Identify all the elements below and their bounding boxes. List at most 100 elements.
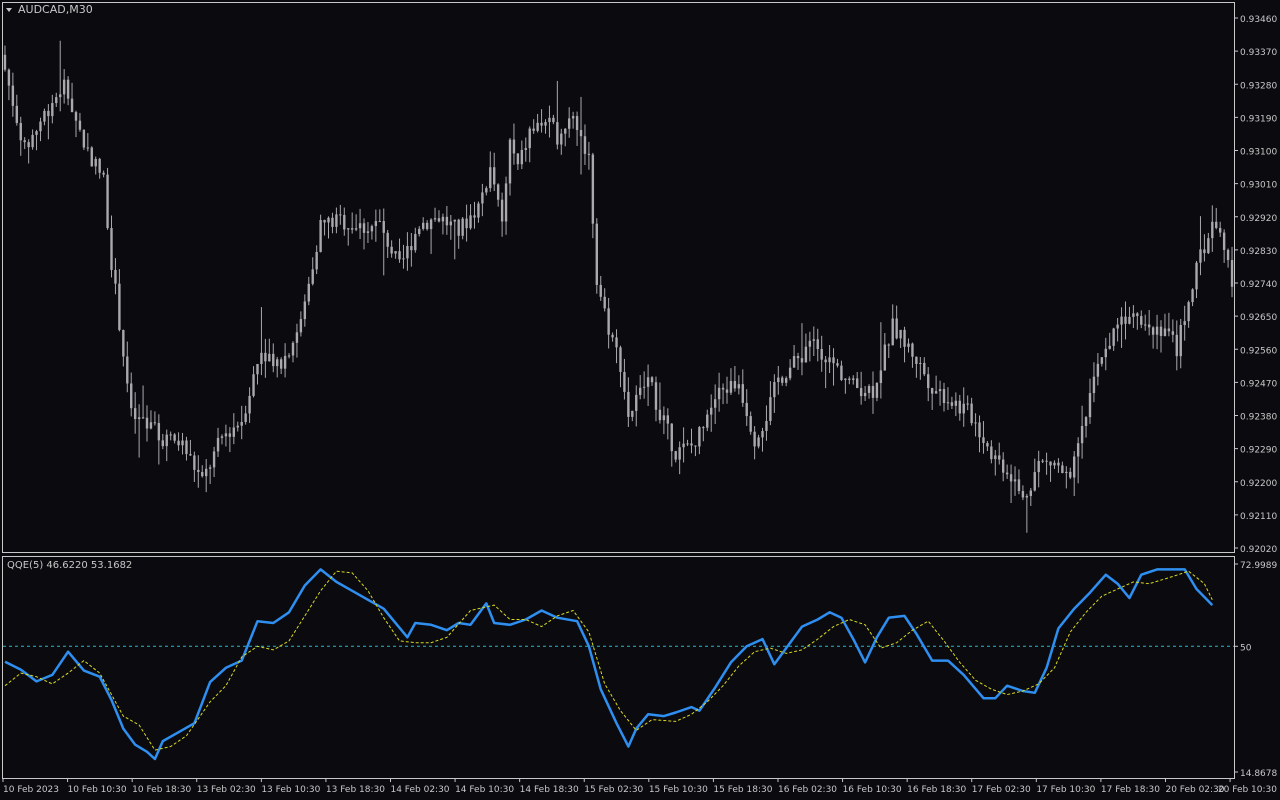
time-tick-label: 15 Feb 02:30 (584, 785, 643, 795)
candle-body (962, 403, 965, 414)
candle-body (260, 352, 263, 364)
candle-body (469, 215, 472, 229)
candle-body (311, 269, 314, 284)
candle-body (544, 122, 547, 126)
candle-body (804, 346, 808, 363)
trading-chart[interactable]: 0.93460 0.93370 0.93280 0.93190 0.93100 0.930… (0, 0, 1280, 800)
candle-body (654, 382, 658, 410)
candle-body (1128, 316, 1131, 324)
candle-body (1187, 302, 1190, 322)
price-tick-label: 0.92470 (1240, 379, 1277, 389)
candle-body (299, 319, 303, 333)
candle-body (899, 329, 902, 339)
time-tick-label: 16 Feb 02:30 (778, 785, 837, 795)
time-tick-label: 17 Feb 02:30 (972, 785, 1031, 795)
candle-body (1211, 221, 1214, 239)
candle-body (461, 218, 464, 236)
candle-body (1120, 316, 1123, 325)
candle-body (552, 117, 555, 123)
candle-body (220, 436, 224, 438)
candle-body (133, 408, 137, 420)
candle-body (871, 386, 875, 398)
candle-body (1009, 474, 1013, 482)
candle-body (62, 79, 66, 95)
candle-body (958, 400, 961, 414)
price-tick-label: 0.93190 (1240, 114, 1277, 124)
price-tick-label: 0.93460 (1240, 15, 1277, 25)
candle-body (1222, 232, 1226, 250)
candle-body (1207, 238, 1210, 254)
candle-body (1069, 471, 1072, 478)
candle-body (204, 468, 208, 477)
candle-body (852, 378, 855, 380)
candle-body (1147, 324, 1151, 328)
candle-body (212, 451, 216, 468)
candle-body (1073, 456, 1076, 478)
candle-body (753, 431, 756, 447)
candle-body (489, 167, 492, 189)
candle-body (879, 370, 883, 384)
candle-body (1108, 345, 1111, 349)
candle-body (536, 122, 539, 131)
candle-body (141, 417, 145, 419)
candle-body (481, 192, 484, 204)
candle-body (1191, 289, 1194, 303)
candle-body (848, 378, 851, 380)
candle-body (378, 221, 381, 223)
candle-body (1049, 461, 1052, 466)
price-tick-label: 0.92380 (1240, 413, 1277, 423)
candle-body (3, 54, 7, 70)
candle-body (528, 128, 531, 149)
candle-body (394, 251, 397, 254)
candle-body (658, 409, 662, 421)
indicator-tick-label: 72.9989 (1240, 561, 1277, 571)
candle-body (895, 318, 898, 339)
candle-body (418, 228, 421, 235)
candle-body (682, 443, 685, 448)
candle-body (228, 433, 232, 437)
candle-body (343, 214, 346, 230)
candle-body (1053, 462, 1056, 466)
candle-body (173, 434, 176, 441)
candle-body (35, 131, 38, 135)
candle-body (102, 172, 105, 175)
price-tick-label: 0.92920 (1240, 214, 1277, 224)
candle-body (733, 381, 737, 389)
candle-body (717, 387, 721, 400)
candle-body (244, 413, 247, 422)
candle-body (856, 378, 859, 389)
time-tick-label: 13 Feb 10:30 (261, 785, 320, 795)
candle-body (915, 356, 918, 364)
candle-body (264, 352, 267, 362)
candle-body (571, 116, 575, 119)
indicator-label: QQE(5) 46.6220 53.1682 (7, 560, 132, 571)
candle-body (1203, 249, 1206, 254)
time-tick-label: 14 Feb 10:30 (455, 785, 514, 795)
candle-body (950, 402, 954, 406)
candle-body (800, 358, 804, 363)
candle-body (161, 440, 164, 447)
candle-body (437, 218, 441, 222)
candle-body (11, 85, 15, 106)
candle-body (867, 386, 871, 393)
candle-body (773, 382, 776, 398)
time-tick-label: 13 Feb 02:30 (197, 785, 256, 795)
candle-body (350, 228, 354, 230)
time-tick-label: 15 Feb 18:30 (713, 785, 772, 795)
candle-body (607, 308, 610, 335)
candle-body (1195, 262, 1198, 290)
candle-body (907, 343, 910, 347)
candle-body (1175, 334, 1178, 357)
candle-body (769, 397, 772, 421)
candle-body (382, 221, 385, 233)
candle-body (51, 103, 54, 117)
candle-body (339, 214, 342, 216)
candle-body (70, 98, 74, 113)
candle-body (15, 105, 19, 123)
candle-body (646, 377, 650, 387)
candle-body (1092, 376, 1096, 394)
candle-body (398, 251, 401, 260)
candle-body (485, 188, 488, 193)
candle-body (307, 283, 310, 302)
candle-body (130, 383, 133, 409)
